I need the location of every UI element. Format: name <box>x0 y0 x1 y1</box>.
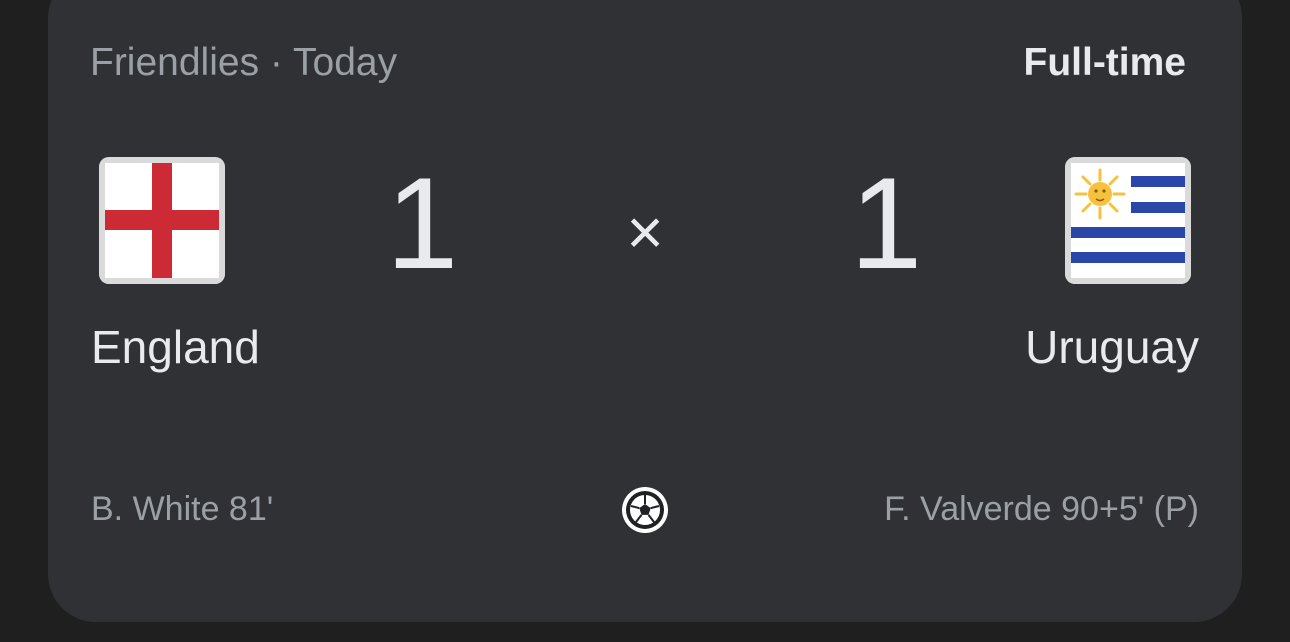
competition-label: Friendlies · Today <box>90 41 398 84</box>
home-goal-scorers: B. White 81' <box>91 490 274 528</box>
away-team-name[interactable]: Uruguay <box>1025 320 1199 374</box>
uruguay-flag-icon <box>1065 157 1191 284</box>
soccer-ball-icon <box>621 486 669 534</box>
away-score: 1 <box>850 150 923 296</box>
home-team-name[interactable]: England <box>91 320 260 374</box>
england-flag-icon <box>99 157 225 284</box>
match-status: Full-time <box>1023 41 1187 84</box>
home-score: 1 <box>386 150 459 296</box>
score-separator: × <box>626 196 664 268</box>
away-goal-scorers: F. Valverde 90+5' (P) <box>884 490 1199 528</box>
